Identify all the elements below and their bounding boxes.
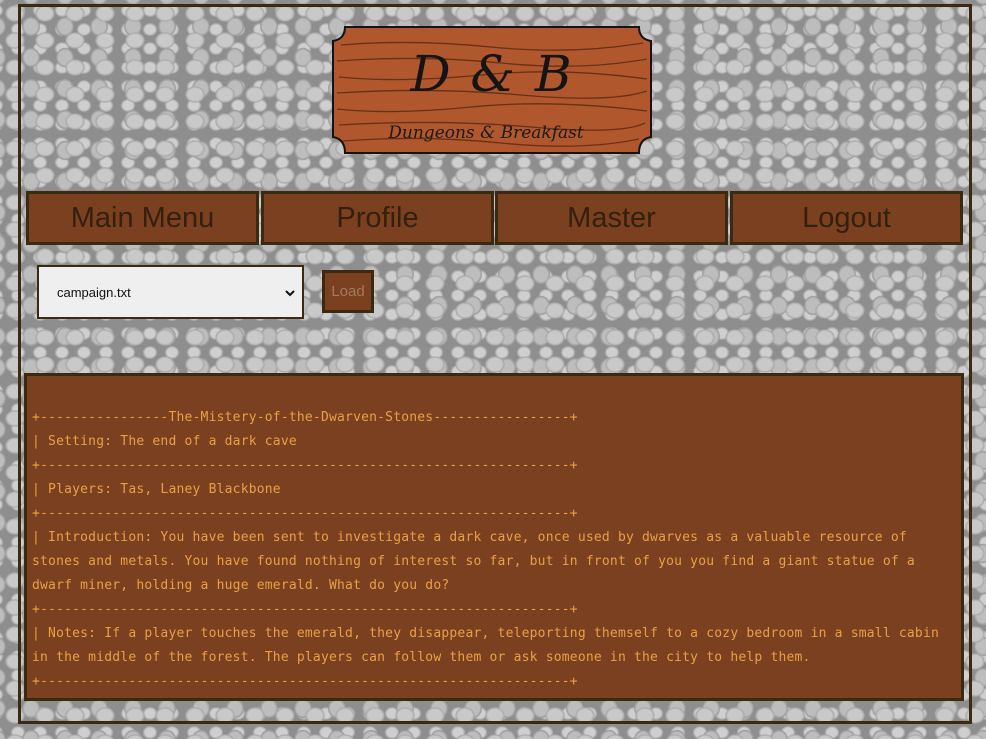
load-button[interactable]: Load: [322, 270, 374, 313]
logout-button[interactable]: Logout: [730, 191, 963, 245]
campaign-line: | Introduction: You have been sent to in…: [32, 530, 923, 593]
campaign-line: | Setting: The end of a dark cave: [32, 434, 297, 449]
campaign-content-panel: +----------------The-Mistery-of-the-Dwar…: [24, 373, 964, 701]
main-menu-button[interactable]: Main Menu: [26, 191, 259, 245]
campaign-line: | Notes: If a player touches the emerald…: [32, 626, 948, 665]
campaign-line: +---------------------------------------…: [32, 674, 578, 689]
campaign-line: +---------------------------------------…: [32, 506, 578, 521]
campaign-file-select[interactable]: campaign.txt: [37, 265, 304, 319]
campaign-line: +---------------------------------------…: [32, 458, 578, 473]
campaign-line: +---------------------------------------…: [32, 602, 578, 617]
logo-subtitle: Dungeons & Breakfast: [388, 123, 584, 143]
master-button[interactable]: Master: [495, 191, 728, 245]
campaign-line: | Players: Tas, Laney Blackbone: [32, 482, 281, 497]
chevron-down-icon: [285, 290, 295, 297]
campaign-line: +----------------The-Mistery-of-the-Dwar…: [32, 410, 578, 425]
profile-button[interactable]: Profile: [261, 191, 494, 245]
logo-title: D & B: [410, 45, 574, 103]
campaign-file-select-value: campaign.txt: [57, 284, 131, 300]
logo: D & B Dungeons & Breakfast: [331, 25, 653, 155]
